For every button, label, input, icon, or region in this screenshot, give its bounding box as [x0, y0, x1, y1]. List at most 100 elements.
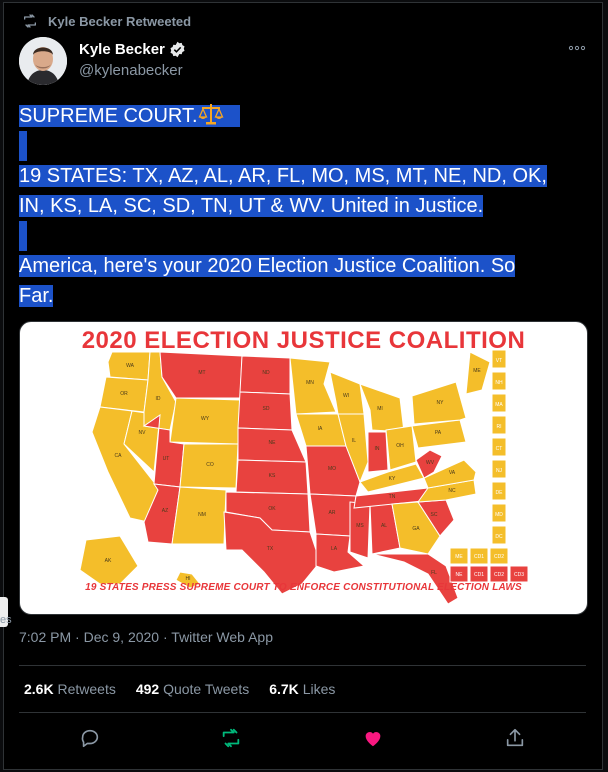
state-label-mt: MT	[198, 370, 205, 376]
state-label-ga: GA	[412, 526, 420, 532]
state-label-me: ME	[473, 368, 481, 374]
state-label-tx: TX	[267, 546, 274, 552]
map-title: 2020 ELECTION JUSTICE COALITION	[81, 327, 526, 354]
reply-icon[interactable]	[79, 727, 101, 749]
retweets-stat[interactable]: 2.6K Retweets	[24, 681, 116, 697]
ne-state-box-label: MD	[495, 512, 503, 518]
author-handle: @kylenabecker	[79, 62, 183, 79]
ne-state-box-label: CT	[496, 446, 503, 452]
ne-state-box-label: NH	[495, 380, 503, 386]
state-label-va: VA	[449, 470, 456, 476]
district-box-label: CD2	[494, 554, 504, 560]
district-box-label: CD3	[514, 572, 524, 578]
tweet-line-4: America, here's your 2020 Election Justi…	[19, 255, 516, 277]
state-in	[367, 431, 389, 473]
state-label-nv: NV	[139, 430, 147, 436]
state-label-mn: MN	[306, 380, 314, 386]
ne-state-box-label: DE	[496, 490, 504, 496]
tweet-line-2: 19 STATES: TX, AZ, AL, AR, FL, MO, MS, M…	[19, 165, 547, 187]
author-block[interactable]: Kyle Becker @kylenabecker	[79, 41, 186, 79]
state-label-id: ID	[156, 396, 161, 402]
state-fl	[371, 553, 459, 605]
state-label-pa: PA	[435, 430, 442, 436]
meta-separator: ·	[162, 629, 168, 645]
tweet-line-1: SUPREME COURT.	[19, 105, 198, 127]
tweet-meta: 7:02 PM · Dec 9, 2020 · Twitter Web App	[19, 629, 273, 645]
state-label-wi: WI	[343, 393, 349, 399]
ne-state-box-label: RI	[497, 424, 502, 430]
state-label-ca: CA	[115, 453, 123, 459]
state-label-ky: KY	[389, 476, 396, 482]
ne-state-box-label: MA	[495, 402, 503, 408]
likes-count: 6.7K	[269, 681, 299, 697]
state-label-sd: SD	[263, 406, 270, 412]
share-icon[interactable]	[504, 727, 526, 749]
divider	[19, 665, 586, 666]
quote-tweets-label: Quote Tweets	[163, 681, 250, 697]
verified-badge-icon	[170, 41, 185, 58]
state-ms	[349, 501, 371, 559]
district-box-label: NE	[456, 572, 464, 578]
ne-state-box-label: NJ	[496, 468, 503, 474]
state-label-ia: IA	[318, 426, 323, 432]
district-box-label: CD1	[474, 572, 484, 578]
tweet-stats: 2.6K Retweets 492 Quote Tweets 6.7K Like…	[24, 681, 355, 697]
divider	[19, 712, 586, 713]
state-label-mi: MI	[377, 406, 383, 412]
district-box-label: CD1	[474, 554, 484, 560]
tweet-text: SUPREME COURT. 19 STATES: TX, AZ, AL, AR…	[19, 101, 591, 311]
retweet-banner-label: Kyle Becker Retweeted	[48, 13, 192, 29]
state-label-in: IN	[375, 446, 380, 452]
state-label-az: AZ	[162, 508, 168, 514]
tweet-actions	[19, 725, 586, 753]
tweet-time[interactable]: 7:02 PM	[19, 629, 71, 645]
state-label-al: AL	[381, 523, 387, 529]
ne-state-box-label: DC	[495, 534, 503, 540]
state-label-wv: WV	[426, 460, 435, 466]
tweet-line-3: IN, KS, LA, SC, SD, TN, UT & WV. United …	[19, 195, 484, 217]
state-label-co: CO	[206, 462, 214, 468]
meta-separator: ·	[75, 629, 80, 645]
retweets-label: Retweets	[57, 681, 116, 697]
map-footer: 19 STATES PRESS SUPREME COURT TO ENFORCE…	[85, 582, 522, 593]
tweet-line-5: Far.	[19, 285, 54, 307]
district-box-label: ME	[455, 554, 463, 560]
balance-scale-emoji-icon	[198, 104, 224, 125]
retweet-icon	[24, 14, 36, 28]
state-label-ms: MS	[356, 523, 364, 529]
retweet-action-icon[interactable]	[220, 727, 242, 749]
side-panel-clip-text: es	[0, 614, 12, 626]
more-options-icon[interactable]	[566, 38, 588, 58]
state-label-ny: NY	[437, 400, 445, 406]
state-label-or: OR	[120, 391, 128, 397]
retweets-count: 2.6K	[24, 681, 54, 697]
likes-stat[interactable]: 6.7K Likes	[269, 681, 335, 697]
district-box-label: CD2	[494, 572, 504, 578]
state-label-ok: OK	[268, 506, 276, 512]
quote-tweets-stat[interactable]: 492 Quote Tweets	[136, 681, 249, 697]
likes-label: Likes	[302, 681, 336, 697]
state-label-ks: KS	[269, 473, 276, 479]
retweet-banner[interactable]: Kyle Becker Retweeted	[22, 13, 191, 29]
state-label-nd: ND	[262, 370, 270, 376]
state-label-ak: AK	[105, 558, 112, 564]
state-label-nc: NC	[448, 488, 456, 494]
state-label-mo: MO	[328, 466, 336, 472]
tweet-client[interactable]: Twitter Web App	[171, 629, 273, 645]
state-label-sc: SC	[431, 512, 438, 518]
like-icon[interactable]	[362, 727, 384, 749]
state-mn	[289, 357, 337, 415]
tweet-media-image[interactable]: WA OR CA NV ID MT WY UT AZ CO NM ND SD NE KS OK TX MN IA MO…	[19, 321, 588, 615]
author-name[interactable]: Kyle Becker	[79, 41, 165, 58]
state-label-il: IL	[352, 438, 356, 444]
avatar[interactable]	[19, 37, 67, 85]
tweet-date[interactable]: Dec 9, 2020	[84, 629, 160, 645]
state-label-wa: WA	[126, 363, 135, 369]
state-label-fl: FL	[431, 570, 437, 576]
state-label-ne: NE	[269, 440, 277, 446]
state-label-tn: TN	[389, 494, 396, 500]
quote-tweets-count: 492	[135, 681, 160, 697]
state-label-oh: OH	[396, 443, 404, 449]
state-label-la: LA	[331, 546, 338, 552]
state-label-wy: WY	[201, 416, 210, 422]
